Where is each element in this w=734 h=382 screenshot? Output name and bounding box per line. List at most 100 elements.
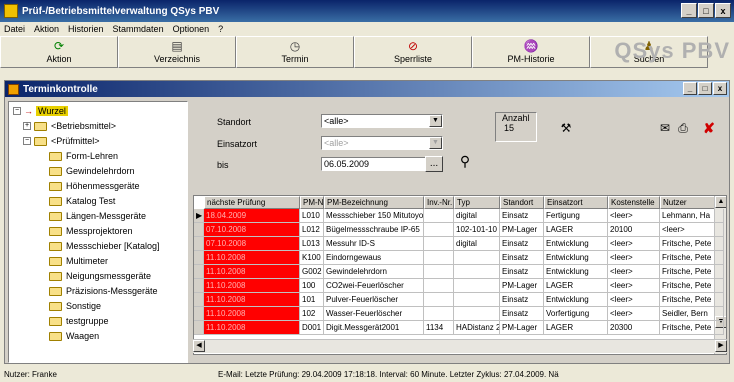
row-indicator[interactable] xyxy=(194,307,204,321)
column-header[interactable]: Standort xyxy=(500,196,544,209)
chevron-down-icon[interactable]: ▼ xyxy=(429,115,442,127)
table-row[interactable]: 07.10.2008 L012 Bügelmessschraube IP-65 102… xyxy=(194,223,724,237)
child-close-button[interactable]: x xyxy=(713,82,727,95)
toolbar-button-label: Termin xyxy=(281,54,309,64)
menu-item[interactable]: Historien xyxy=(68,24,104,34)
scroll-right-icon[interactable]: ▶ xyxy=(715,340,727,352)
row-indicator[interactable] xyxy=(194,265,204,279)
column-header[interactable]: Typ xyxy=(454,196,500,209)
child-maximize-button[interactable]: □ xyxy=(698,82,712,95)
tree-item-label: Messprojektoren xyxy=(66,226,133,237)
folder-icon xyxy=(49,316,62,326)
toolbar-button-verzeichnis[interactable]: ▤ Verzeichnis xyxy=(118,36,236,68)
collapse-icon[interactable]: − xyxy=(13,107,21,116)
child-minimize-button[interactable]: _ xyxy=(683,82,697,95)
column-header[interactable]: PM-Nr. xyxy=(300,196,324,209)
tree-item-pruefmittel[interactable]: − <Prüfmittel> xyxy=(23,134,100,149)
row-indicator[interactable] xyxy=(194,321,204,335)
tree-item[interactable]: Katalog Test xyxy=(49,194,115,209)
tree-item[interactable]: Form-Lehren xyxy=(49,149,118,164)
bis-date-field[interactable]: 06.05.2009 xyxy=(321,157,441,171)
row-indicator[interactable] xyxy=(194,237,204,251)
tree-item[interactable]: testgruppe xyxy=(49,314,109,329)
termin-grid: nächste PrüfungPM-Nr.PM-BezeichnungInv.-… xyxy=(193,195,727,355)
table-row[interactable]: 11.10.2008 D001 Digit.Messgerät2001 1134 HAD… xyxy=(194,321,724,335)
table-row[interactable]: 11.10.2008 101 Pulver-Feuerlöscher Einsatz E… xyxy=(194,293,724,307)
chevron-down-icon[interactable]: ▼ xyxy=(429,137,442,149)
tree-item[interactable]: Neigungsmessgeräte xyxy=(49,269,151,284)
tools-icon[interactable]: ⚒ xyxy=(556,121,576,141)
column-header[interactable]: Kostenstelle xyxy=(608,196,660,209)
tree-item[interactable]: Längen-Messgeräte xyxy=(49,209,146,224)
search-icon[interactable]: ⚲ xyxy=(455,154,475,172)
status-bar: Nutzer: Franke E-Mail: Letzte Prüfung: 2… xyxy=(0,366,734,382)
table-cell: Seidler, Bern xyxy=(660,307,724,321)
table-cell: 07.10.2008 xyxy=(204,237,300,251)
table-row[interactable]: 11.10.2008 102 Wasser-Feuerlöscher Einsatz V… xyxy=(194,307,724,321)
tree-item[interactable]: Sonstige xyxy=(49,299,101,314)
table-row[interactable]: 11.10.2008 100 CO2wei-Feuerlöscher PM-Lager… xyxy=(194,279,724,293)
folder-icon xyxy=(49,331,62,341)
tree-item[interactable]: Höhenmessgeräte xyxy=(49,179,140,194)
tree-item-betriebsmittel[interactable]: + <Betriebsmittel> xyxy=(23,119,116,134)
browse-date-button[interactable]: ... xyxy=(425,156,443,172)
table-cell: Messschieber 150 Mitutoyo xyxy=(324,209,424,223)
tree-item-label: Neigungsmessgeräte xyxy=(66,271,152,282)
menu-item[interactable]: ? xyxy=(218,24,223,34)
table-cell: Einsatz xyxy=(500,265,544,279)
toolbar-button-sperrliste[interactable]: ⊘ Sperrliste xyxy=(354,36,472,68)
tree-item[interactable]: Multimeter xyxy=(49,254,108,269)
table-row[interactable]: ▶ 18.04.2009 L010 Messschieber 150 Mitutoyo… xyxy=(194,209,724,223)
row-indicator[interactable] xyxy=(194,251,204,265)
table-cell: 100 xyxy=(300,279,324,293)
maximize-button[interactable]: □ xyxy=(698,3,714,18)
email-icon[interactable]: ✉ xyxy=(657,121,673,137)
horizontal-scrollbar[interactable]: ◀ ▶ xyxy=(193,339,727,353)
child-window-controls: _ □ x xyxy=(683,82,727,95)
table-row[interactable]: 11.10.2008 G002 Gewindelehrdorn Einsatz Entw… xyxy=(194,265,724,279)
table-cell: 102-101-10 xyxy=(454,223,500,237)
menu-item[interactable]: Datei xyxy=(4,24,25,34)
folder-icon xyxy=(49,181,62,191)
row-indicator[interactable] xyxy=(194,279,204,293)
tree-item[interactable]: Waagen xyxy=(49,329,99,344)
toolbar-button-aktion[interactable]: ⟳ Aktion xyxy=(0,36,118,68)
minimize-button[interactable]: _ xyxy=(681,3,697,18)
row-indicator[interactable] xyxy=(194,223,204,237)
close-button[interactable]: x xyxy=(715,3,731,18)
tree-item[interactable]: Gewindelehrdorn xyxy=(49,164,135,179)
tree-item[interactable]: Präzisions-Messgeräte xyxy=(49,284,158,299)
column-header[interactable]: Einsatzort xyxy=(544,196,608,209)
table-row[interactable]: 11.10.2008 K100 Eindorngewaus Einsatz Entwic… xyxy=(194,251,724,265)
einsatzort-select[interactable]: <alle> ▼ xyxy=(321,136,443,150)
tree-item[interactable]: Messprojektoren xyxy=(49,224,133,239)
toolbar-button-termin[interactable]: ◷ Termin xyxy=(236,36,354,68)
table-cell: PM-Lager xyxy=(500,223,544,237)
menu-item[interactable]: Stammdaten xyxy=(113,24,164,34)
menu-item[interactable]: Optionen xyxy=(173,24,210,34)
column-header[interactable]: Inv.-Nr. xyxy=(424,196,454,209)
expand-icon[interactable]: + xyxy=(23,122,31,131)
list-icon: ▤ xyxy=(171,39,183,53)
table-row[interactable]: 07.10.2008 L013 Messuhr ID-S digital Einsatz… xyxy=(194,237,724,251)
standort-select[interactable]: <alle> ▼ xyxy=(321,114,443,128)
print-icon[interactable]: ⎙ xyxy=(675,121,691,137)
history-icon: ♒ xyxy=(523,39,539,53)
row-indicator[interactable] xyxy=(194,293,204,307)
column-header[interactable]: PM-Bezeichnung xyxy=(324,196,424,209)
tree-root[interactable]: − → Wurzel xyxy=(13,104,68,119)
tree-item[interactable]: Messschieber [Katalog] xyxy=(49,239,160,254)
delete-icon[interactable]: ✘ xyxy=(701,121,717,137)
scroll-left-icon[interactable]: ◀ xyxy=(193,340,205,352)
collapse-icon[interactable]: − xyxy=(23,137,31,146)
scroll-up-icon[interactable]: ▲ xyxy=(715,196,726,208)
table-cell xyxy=(454,293,500,307)
column-header[interactable]: nächste Prüfung xyxy=(204,196,300,209)
tree-item-label: Katalog Test xyxy=(66,196,116,207)
menu-item[interactable]: Aktion xyxy=(34,24,59,34)
toolbar-button-pm-historie[interactable]: ♒ PM-Historie xyxy=(472,36,590,68)
folder-icon xyxy=(49,241,62,251)
arrow-icon: → xyxy=(24,106,33,117)
block-icon: ⊘ xyxy=(407,39,419,53)
row-indicator[interactable]: ▶ xyxy=(194,209,204,223)
